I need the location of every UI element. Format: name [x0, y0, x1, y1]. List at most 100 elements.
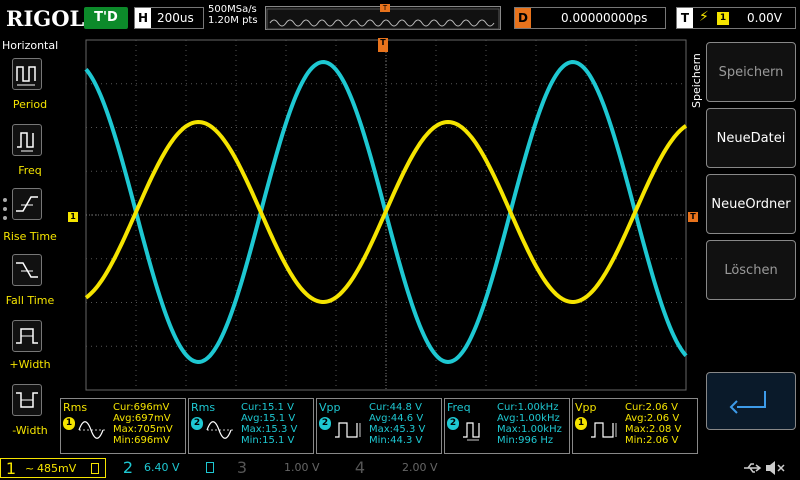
- measurement-name: Vpp: [319, 401, 341, 414]
- pos-width-label: +Width: [9, 358, 51, 371]
- freq-icon: [463, 422, 480, 441]
- trigger-level-marker[interactable]: T: [688, 212, 698, 222]
- brand-logo: RIGOL: [6, 6, 85, 31]
- measurement-current: Cur:1.00kHz: [497, 402, 559, 413]
- freq-icon: [17, 132, 34, 152]
- measurement-channel-badge: 1: [63, 417, 75, 430]
- freq-button[interactable]: [12, 124, 42, 156]
- period-icon: [16, 66, 36, 86]
- fall-time-icon: [16, 262, 38, 278]
- vpp-icon: [591, 422, 617, 438]
- trigger-control[interactable]: T ⚡ 1 0.00V: [676, 7, 796, 29]
- memory-depth: 1.20M pts: [208, 15, 258, 26]
- measurement-maximum: Max:2.08 V: [625, 424, 682, 435]
- rise-time-button[interactable]: [12, 188, 42, 220]
- period-label: Period: [12, 98, 48, 111]
- measurement-average: Avg:1.00kHz: [497, 413, 560, 424]
- trigger-level-value: 0.00V: [747, 11, 782, 25]
- trigger-label: T: [677, 8, 693, 28]
- measurement-channel-badge: 1: [575, 417, 587, 430]
- ch2-status[interactable]: 2 6.40 V: [118, 458, 224, 478]
- rise-time-icon: [16, 196, 38, 212]
- horizontal-measure-panel: Horizontal Period Freq Rise Time Fall Ti…: [0, 36, 60, 456]
- measurement-current: Cur:2.06 V: [625, 402, 678, 413]
- neg-width-button[interactable]: [12, 384, 42, 416]
- fall-time-button[interactable]: [12, 254, 42, 286]
- timebase-value: 200us: [157, 11, 194, 25]
- delay-value: 0.00000000ps: [561, 11, 648, 25]
- sound-muted-icon[interactable]: [764, 459, 786, 477]
- measurement-name: Vpp: [575, 401, 597, 414]
- measurement-minimum: Min:996 Hz: [497, 435, 554, 446]
- rise-time-label: Rise Time: [3, 230, 57, 243]
- ch1-number: 1: [5, 459, 17, 478]
- measurement-minimum: Min:44.3 V: [369, 435, 423, 446]
- measurement-maximum: Max:45.3 V: [369, 424, 426, 435]
- measurement-channel-badge: 2: [447, 417, 459, 430]
- measurement-current: Cur:15.1 V: [241, 402, 294, 413]
- measurement-minimum: Min:696mV: [113, 435, 170, 446]
- ch4-number: 4: [354, 458, 366, 477]
- ch1-scale: 485mV: [37, 462, 77, 475]
- pos-width-icon: [16, 328, 38, 344]
- menu-title: Speichern: [690, 53, 703, 108]
- ch1-coupling: ~: [25, 462, 35, 475]
- ch1-status[interactable]: 1 ~ 485mV: [0, 458, 106, 478]
- trigger-position-marker[interactable]: T: [378, 38, 388, 52]
- pos-width-button[interactable]: [12, 320, 42, 352]
- vpp-icon: [335, 422, 361, 438]
- oscilloscope-ui: RIGOL T'D H 200us 500MSa/s 1.20M pts T D…: [0, 0, 800, 480]
- waveform-display[interactable]: [60, 36, 700, 396]
- measurement-vpp-ch1[interactable]: Vpp 1 Cur:2.06 V Avg:2.06 V Max:2.08 V Min:2.…: [572, 398, 698, 454]
- measurement-maximum: Max:705mV: [113, 424, 173, 435]
- trigger-position-indicator: T: [380, 4, 390, 12]
- timebase-control[interactable]: H 200us: [134, 7, 204, 29]
- run-status-badge[interactable]: T'D: [84, 7, 128, 29]
- delete-button[interactable]: Löschen: [706, 240, 796, 300]
- measurement-vpp-ch2[interactable]: Vpp 2 Cur:44.8 V Avg:44.6 V Max:45.3 V Min:44…: [316, 398, 442, 454]
- measurement-maximum: Max:15.3 V: [241, 424, 298, 435]
- ch4-status[interactable]: 4 2.00 V: [350, 458, 460, 478]
- enter-button[interactable]: [706, 372, 796, 430]
- ch1-offset-marker[interactable]: 1: [68, 212, 78, 222]
- rms-wave-icon: [206, 421, 233, 439]
- trigger-source-badge: 1: [717, 12, 729, 25]
- speichern-button[interactable]: Speichern: [706, 42, 796, 102]
- measurement-current: Cur:44.8 V: [369, 402, 422, 413]
- freq-label: Freq: [18, 164, 42, 177]
- new-folder-button[interactable]: NeueOrdner: [706, 174, 796, 234]
- measurement-name: Freq: [447, 401, 471, 414]
- page-indicator: [3, 198, 7, 225]
- measurement-average: Avg:15.1 V: [241, 413, 296, 424]
- measurement-average: Avg:44.6 V: [369, 413, 424, 424]
- top-status-bar: RIGOL T'D H 200us 500MSa/s 1.20M pts T D…: [0, 0, 800, 36]
- sample-rate: 500MSa/s: [208, 4, 257, 15]
- measurement-name: Rms: [191, 401, 216, 414]
- ch3-number: 3: [236, 458, 248, 477]
- acquisition-info: 500MSa/s 1.20M pts: [208, 4, 258, 26]
- bandwidth-limit-icon: [206, 462, 214, 473]
- ch3-status[interactable]: 3 1.00 V: [232, 458, 342, 478]
- rising-edge-icon: ⚡: [699, 9, 709, 25]
- measurement-rms-ch1[interactable]: Rms 1 Cur:696mV Avg:697mV Max:705mV Min:696mV: [60, 398, 186, 454]
- timebase-label: H: [135, 8, 151, 28]
- measurement-maximum: Max:1.00kHz: [497, 424, 562, 435]
- usb-icon: [744, 463, 762, 473]
- measurement-average: Avg:2.06 V: [625, 413, 680, 424]
- measurement-freq-ch2[interactable]: Freq 2 Cur:1.00kHz Avg:1.00kHz Max:1.00kHz Mi…: [444, 398, 570, 454]
- fall-time-label: Fall Time: [5, 294, 55, 307]
- ch2-number: 2: [122, 458, 134, 477]
- enter-icon: [729, 391, 766, 414]
- menu-title-vertical: Speichern: [690, 53, 703, 108]
- period-button[interactable]: [12, 58, 42, 90]
- measurement-average: Avg:697mV: [113, 413, 171, 424]
- new-file-button[interactable]: NeueDatei: [706, 108, 796, 168]
- measurement-rms-ch2[interactable]: Rms 2 Cur:15.1 V Avg:15.1 V Max:15.3 V Min:15…: [188, 398, 314, 454]
- ch3-scale: 1.00 V: [284, 461, 320, 474]
- measurement-channel-badge: 2: [191, 417, 203, 430]
- delay-control[interactable]: D 0.00000000ps: [514, 7, 666, 29]
- rms-wave-icon: [78, 421, 105, 439]
- measurement-name: Rms: [63, 401, 88, 414]
- ch4-scale: 2.00 V: [402, 461, 438, 474]
- measurement-minimum: Min:15.1 V: [241, 435, 295, 446]
